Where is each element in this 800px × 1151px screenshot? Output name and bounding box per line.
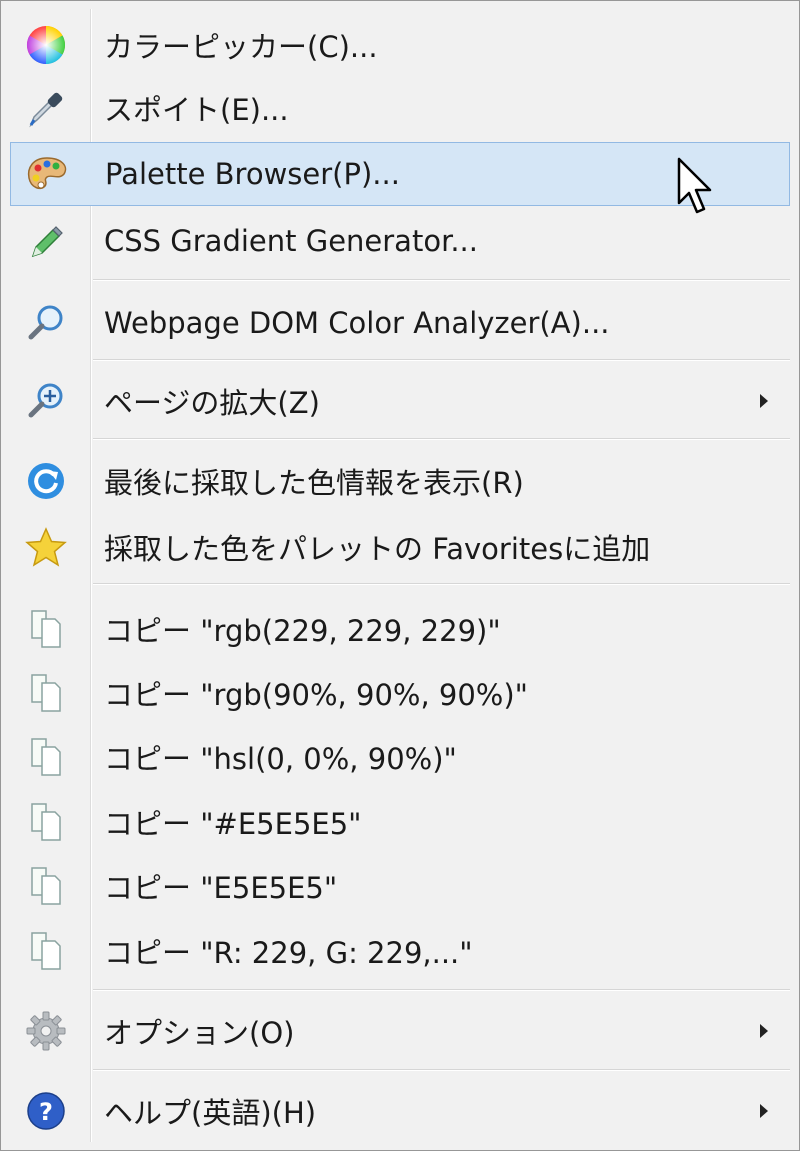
submenu-arrow-icon — [760, 1024, 768, 1038]
menu-item-label: ヘルプ(英語)(H) — [104, 1096, 317, 1130]
menu-item-label: コピー "R: 229, G: 229,..." — [104, 936, 473, 970]
menu-item-options[interactable]: オプション(O) — [10, 999, 790, 1063]
palette-icon — [25, 152, 69, 196]
menu-item-label: ページの拡大(Z) — [104, 386, 320, 420]
menu-item-label: コピー "rgb(229, 229, 229)" — [104, 614, 501, 648]
help-icon: ? — [24, 1089, 68, 1133]
menu-item-label: コピー "hsl(0, 0%, 90%)" — [104, 742, 457, 776]
menu-item-copy-rgb-components[interactable]: コピー "R: 229, G: 229,..." — [10, 919, 790, 983]
menu-item-show-last-color[interactable]: 最後に採取した色情報を表示(R) — [10, 449, 790, 513]
gradient-pen-icon — [24, 219, 68, 263]
menu-item-label: コピー "#E5E5E5" — [104, 807, 362, 841]
menu-item-label: カラーピッカー(C)... — [104, 30, 378, 64]
svg-text:?: ? — [39, 1098, 53, 1126]
menu-separator — [93, 359, 790, 360]
copy-icon — [24, 607, 68, 651]
zoom-in-icon — [24, 379, 68, 423]
menu-separator — [93, 279, 790, 280]
submenu-arrow-icon — [760, 1104, 768, 1118]
gear-icon — [24, 1009, 68, 1053]
menu-separator — [93, 989, 790, 990]
menu-item-label: Webpage DOM Color Analyzer(A)... — [104, 306, 610, 340]
menu-item-label: コピー "E5E5E5" — [104, 871, 338, 905]
menu-item-page-zoom[interactable]: ページの拡大(Z) — [10, 369, 790, 433]
menu-item-label: 最後に採取した色情報を表示(R) — [104, 466, 524, 500]
menu-item-label: 採取した色をパレットの Favoritesに追加 — [104, 532, 651, 566]
menu-item-label: CSS Gradient Generator... — [104, 224, 478, 258]
magnifier-icon — [24, 301, 68, 345]
mouse-cursor-icon — [676, 157, 716, 221]
menu-item-copy-rgb[interactable]: コピー "rgb(229, 229, 229)" — [10, 597, 790, 661]
menu-item-copy-hsl[interactable]: コピー "hsl(0, 0%, 90%)" — [10, 725, 790, 789]
copy-icon — [24, 929, 68, 973]
menu-item-label: コピー "rgb(90%, 90%, 90%)" — [104, 678, 528, 712]
menu-separator — [93, 583, 790, 584]
menu-item-dom-color-analyzer[interactable]: Webpage DOM Color Analyzer(A)... — [10, 291, 790, 355]
star-icon — [24, 525, 68, 569]
copy-icon — [24, 735, 68, 779]
menu-item-copy-rgb-percent[interactable]: コピー "rgb(90%, 90%, 90%)" — [10, 661, 790, 725]
menu-item-copy-hex-hash[interactable]: コピー "#E5E5E5" — [10, 790, 790, 854]
copy-icon — [24, 671, 68, 715]
context-menu: カラーピッカー(C)... スポイト(E)... Palette Browser… — [0, 0, 800, 1151]
menu-separator — [93, 1069, 790, 1070]
menu-item-css-gradient-generator[interactable]: CSS Gradient Generator... — [10, 209, 790, 273]
color-wheel-icon — [24, 23, 68, 67]
eyedropper-icon — [24, 86, 68, 130]
menu-item-color-picker[interactable]: カラーピッカー(C)... — [10, 15, 790, 75]
menu-item-label: Palette Browser(P)... — [105, 157, 400, 191]
menu-item-label: オプション(O) — [104, 1016, 295, 1050]
menu-separator — [93, 438, 790, 439]
copy-icon — [24, 864, 68, 908]
submenu-arrow-icon — [760, 394, 768, 408]
menu-item-eyedropper[interactable]: スポイト(E)... — [10, 77, 790, 139]
menu-item-label: スポイト(E)... — [104, 93, 289, 127]
menu-item-copy-hex[interactable]: コピー "E5E5E5" — [10, 854, 790, 918]
menu-item-add-to-favorites[interactable]: 採取した色をパレットの Favoritesに追加 — [10, 515, 790, 579]
menu-item-palette-browser[interactable]: Palette Browser(P)... — [10, 142, 790, 206]
copy-icon — [24, 800, 68, 844]
refresh-icon — [24, 459, 68, 503]
menu-item-help[interactable]: ? ヘルプ(英語)(H) — [10, 1079, 790, 1143]
